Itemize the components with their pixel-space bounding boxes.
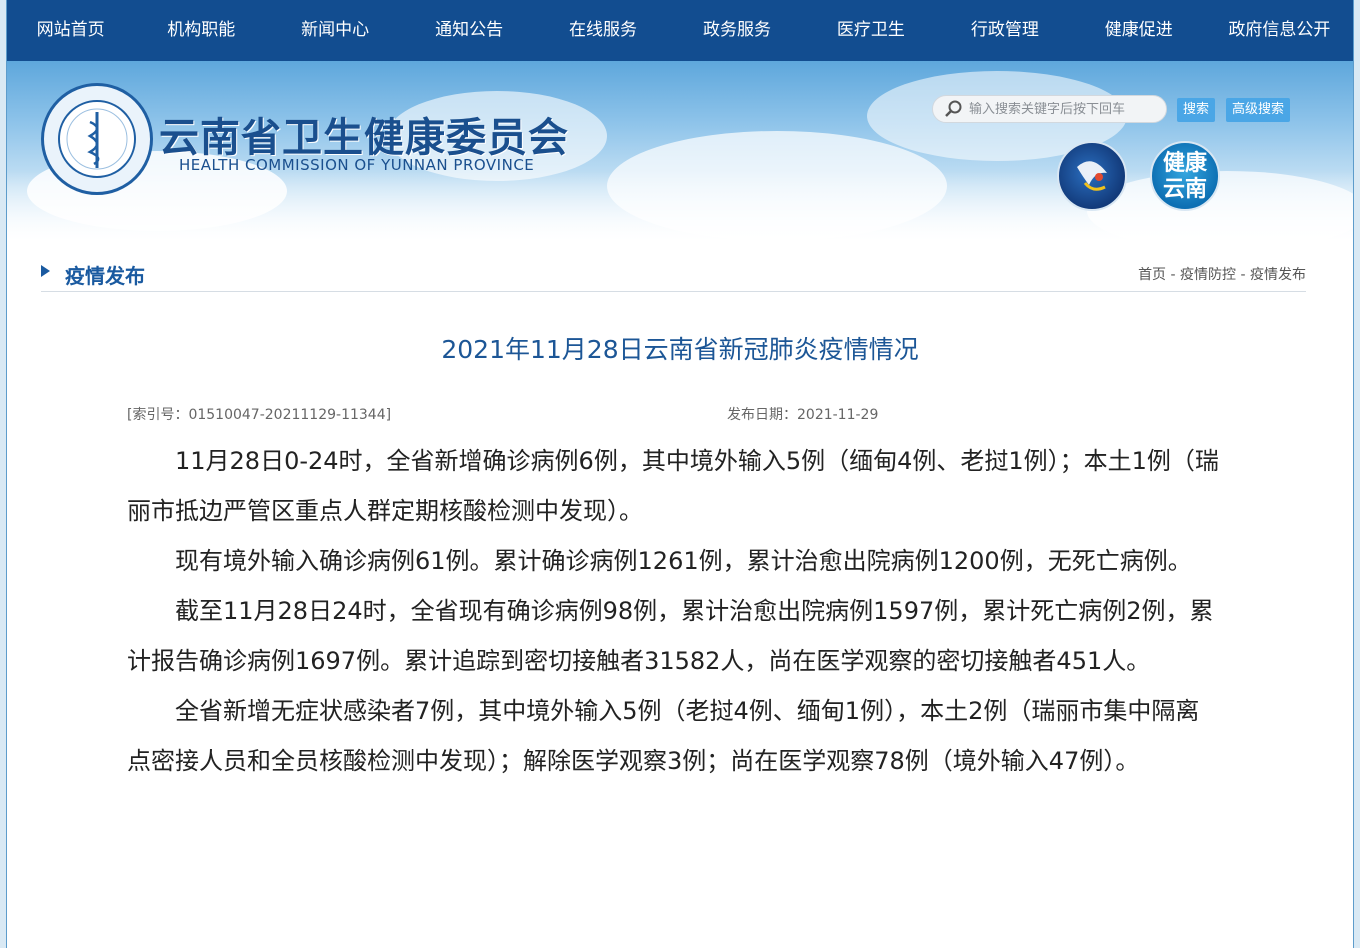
breadcrumb: 首页 - 疫情防控 - 疫情发布 bbox=[1138, 264, 1306, 284]
nav-item-news[interactable]: 新闻中心 bbox=[268, 0, 402, 61]
health-yunnan-badge[interactable]: 健康 云南 bbox=[1150, 141, 1220, 211]
page-frame: 网站首页 机构职能 新闻中心 通知公告 在线服务 政务服务 医疗卫生 行政管理 … bbox=[6, 0, 1354, 948]
section-title: 疫情发布 bbox=[65, 264, 145, 288]
article-paragraph: 11月28日0-24时，全省新增确诊病例6例，其中境外输入5例（缅甸4例、老挝1… bbox=[127, 447, 1219, 525]
breadcrumb-epidemic-release[interactable]: 疫情发布 bbox=[1250, 267, 1306, 283]
yunnan-health-emblem-icon[interactable] bbox=[1057, 141, 1127, 211]
article-publish-date: 发布日期：2021-11-29 bbox=[727, 407, 879, 423]
health-yunnan-badge-label: 健康 云南 bbox=[1162, 151, 1207, 202]
emblem-graphic-icon bbox=[1077, 161, 1107, 191]
triangle-marker-icon bbox=[41, 265, 50, 277]
caduceus-icon bbox=[66, 108, 128, 170]
nav-item-online-service[interactable]: 在线服务 bbox=[536, 0, 670, 61]
breadcrumb-home[interactable]: 首页 bbox=[1138, 267, 1166, 283]
nav-item-health-promotion[interactable]: 健康促进 bbox=[1072, 0, 1206, 61]
nav-item-notices[interactable]: 通知公告 bbox=[402, 0, 536, 61]
nav-item-gov-service[interactable]: 政务服务 bbox=[670, 0, 804, 61]
site-title: 云南省卫生健康委员会 bbox=[159, 114, 569, 161]
nav-item-admin[interactable]: 行政管理 bbox=[938, 0, 1072, 61]
article-title: 2021年11月28日云南省新冠肺炎疫情情况 bbox=[441, 335, 919, 364]
nav-item-gov-info[interactable]: 政府信息公开 bbox=[1206, 0, 1353, 61]
search-icon bbox=[945, 100, 962, 117]
article-index-number: [索引号：01510047-20211129-11344] bbox=[127, 407, 392, 423]
article-body: 11月28日0-24时，全省新增确诊病例6例，其中境外输入5例（缅甸4例、老挝1… bbox=[127, 436, 1222, 786]
nav-item-medical[interactable]: 医疗卫生 bbox=[804, 0, 938, 61]
nav-item-home[interactable]: 网站首页 bbox=[7, 0, 134, 61]
section-header: 疫情发布 首页 - 疫情防控 - 疫情发布 bbox=[41, 250, 1306, 292]
article-paragraph: 全省新增无症状感染者7例，其中境外输入5例（老挝4例、缅甸1例），本土2例（瑞丽… bbox=[127, 697, 1200, 775]
commission-seal-logo bbox=[41, 83, 153, 195]
breadcrumb-separator: - bbox=[1170, 267, 1181, 283]
breadcrumb-separator: - bbox=[1240, 267, 1250, 283]
seal-inner-ring bbox=[58, 100, 136, 178]
top-navigation: 网站首页 机构职能 新闻中心 通知公告 在线服务 政务服务 医疗卫生 行政管理 … bbox=[7, 0, 1353, 61]
search-button[interactable]: 搜索 bbox=[1177, 98, 1216, 122]
search-input[interactable] bbox=[969, 101, 1154, 117]
advanced-search-button[interactable]: 高级搜索 bbox=[1226, 98, 1291, 122]
site-subtitle: HEALTH COMMISSION OF YUNNAN PROVINCE bbox=[179, 156, 535, 174]
breadcrumb-epidemic-control[interactable]: 疫情防控 bbox=[1180, 267, 1236, 283]
nav-item-functions[interactable]: 机构职能 bbox=[134, 0, 268, 61]
article-paragraph: 截至11月28日24时，全省现有确诊病例98例，累计治愈出院病例1597例，累计… bbox=[127, 597, 1214, 675]
search-box bbox=[932, 95, 1167, 123]
header-banner: 云南省卫生健康委员会 HEALTH COMMISSION OF YUNNAN P… bbox=[7, 61, 1353, 241]
article-paragraph: 现有境外输入确诊病例61例。累计确诊病例1261例，累计治愈出院病例1200例，… bbox=[175, 547, 1192, 575]
